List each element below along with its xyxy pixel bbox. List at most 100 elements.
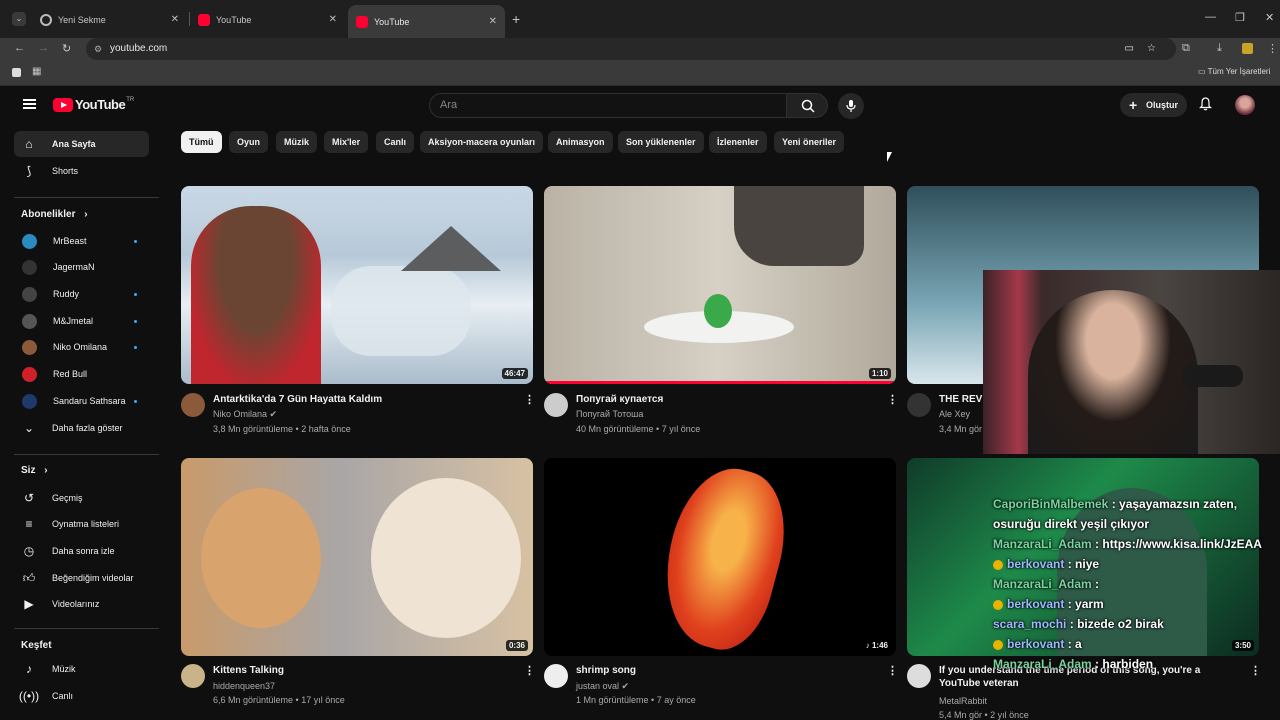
chat-message: scara_mochi : bizede o2 birak: [993, 614, 1273, 634]
filter-chip[interactable]: Mix'ler: [324, 131, 369, 153]
video-thumbnail[interactable]: 46:47: [181, 186, 533, 384]
filter-chip[interactable]: Animasyon: [548, 131, 613, 153]
channel-avatar[interactable]: [181, 393, 205, 417]
video-thumbnail[interactable]: 1:10: [544, 186, 896, 384]
extension-icon[interactable]: [1242, 43, 1253, 54]
filter-chip[interactable]: Tümü: [181, 131, 222, 153]
hamburger-menu-icon[interactable]: [23, 99, 36, 109]
site-info-icon[interactable]: ⚙: [94, 38, 102, 60]
forward-icon[interactable]: →: [38, 42, 49, 54]
sidebar-item-playlists[interactable]: ≡ Oynatma listeleri: [14, 511, 149, 537]
thumbnail-kitten-right-figure: [371, 478, 521, 638]
create-button[interactable]: + Oluştur: [1120, 93, 1187, 117]
video-thumbnail[interactable]: ♪ 1:46: [544, 458, 896, 656]
filter-chip[interactable]: Müzik: [276, 131, 318, 153]
sidebar-item-subscription[interactable]: M&Jmetal: [14, 308, 149, 334]
url-field[interactable]: ⚙ youtube.com ☆ ▭: [86, 38, 1176, 60]
bookmark-app-icon[interactable]: [12, 68, 21, 77]
sidebar-item-music[interactable]: ♪ Müzik: [14, 656, 149, 682]
video-meta: 3,8 Mn görüntüleme • 2 hafta önce: [213, 424, 351, 434]
channel-name[interactable]: justan oval ✔: [576, 681, 629, 692]
channel-name[interactable]: hiddenqueen37: [213, 681, 275, 691]
channel-avatar[interactable]: [181, 664, 205, 688]
close-icon[interactable]: ✕: [489, 16, 497, 27]
show-more-button[interactable]: ⌄ Daha fazla göster: [14, 415, 149, 441]
chat-username: ManzaraLi_Adam: [993, 537, 1092, 551]
new-tab-icon[interactable]: +: [512, 11, 520, 27]
minimize-icon[interactable]: —: [1205, 11, 1216, 23]
sidebar-item-watch-later[interactable]: ◷ Daha sonra izle: [14, 538, 149, 564]
extensions-icon[interactable]: ⧉: [1182, 42, 1190, 55]
filter-chip[interactable]: Canlı: [376, 131, 415, 153]
more-options-icon[interactable]: ⋮: [524, 664, 535, 677]
subscriptions-header[interactable]: Abonelikler ›: [21, 209, 88, 220]
sidebar-item-history[interactable]: ↺ Geçmiş: [14, 485, 149, 511]
thumbnail-kitten-left-figure: [201, 488, 321, 628]
video-title[interactable]: Antarktika'da 7 Gün Hayatta Kaldım: [213, 393, 513, 406]
duration-badge: 0:36: [505, 640, 528, 651]
channel-avatar[interactable]: [544, 664, 568, 688]
bookmark-star-icon[interactable]: ☆: [1147, 38, 1156, 60]
sidebar-item-subscription[interactable]: Red Bull: [14, 361, 149, 387]
video-title[interactable]: Попугай купается: [576, 393, 876, 406]
video-title[interactable]: Kittens Talking: [213, 664, 513, 677]
video-title[interactable]: shrimp song: [576, 664, 876, 677]
sidebar-item-subscription[interactable]: Ruddy: [14, 281, 149, 307]
sidebar-item-label: MrBeast: [53, 236, 87, 246]
notifications-bell-icon[interactable]: [1199, 97, 1212, 111]
browser-menu-icon[interactable]: ⋮: [1267, 42, 1278, 55]
channel-avatar[interactable]: [907, 393, 931, 417]
shorts-icon: ⟆: [26, 164, 32, 178]
all-bookmarks-folder[interactable]: ▭ Tüm Yer İşaretleri: [1198, 67, 1270, 76]
chat-separator: :: [1064, 637, 1076, 651]
restore-icon[interactable]: ❐: [1235, 11, 1245, 24]
close-icon[interactable]: ✕: [171, 14, 179, 25]
search-button[interactable]: [786, 93, 828, 118]
tab-new-tab[interactable]: Yeni Sekme ✕: [32, 7, 187, 32]
account-avatar[interactable]: [1235, 95, 1255, 115]
thumbnail-person-figure: [191, 206, 321, 384]
youtube-logo[interactable]: YouTube TR: [53, 97, 134, 112]
video-thumbnail[interactable]: 0:36: [181, 458, 533, 656]
sidebar-item-live[interactable]: ((•)) Canlı: [14, 683, 149, 709]
sidebar-item-label: Daha sonra izle: [52, 546, 115, 556]
sidebar-item-home[interactable]: ⌂ Ana Sayfa: [14, 131, 149, 157]
tab-youtube-1[interactable]: YouTube ✕: [190, 7, 345, 32]
voice-search-button[interactable]: [838, 93, 864, 119]
plus-icon: +: [1129, 97, 1138, 113]
more-options-icon[interactable]: ⋮: [887, 393, 898, 406]
channel-avatar[interactable]: [544, 393, 568, 417]
sidebar-item-subscription[interactable]: Niko Omilana: [14, 334, 149, 360]
more-options-icon[interactable]: ⋮: [887, 664, 898, 677]
chat-message: berkovant : yarm: [993, 594, 1273, 614]
filter-chip[interactable]: İzlenenler: [709, 131, 767, 153]
sidebar-item-liked-videos[interactable]: 👍︎ Beğendiğim videolar: [14, 565, 149, 591]
channel-avatar[interactable]: [907, 664, 931, 688]
channel-name[interactable]: Попугай Тотоша: [576, 409, 643, 419]
tab-youtube-2[interactable]: YouTube ✕: [348, 5, 505, 38]
close-icon[interactable]: ✕: [329, 14, 337, 25]
apps-grid-icon[interactable]: ▦: [32, 66, 41, 77]
sidebar-item-subscription[interactable]: Sandaru Sathsara: [14, 388, 149, 414]
you-header[interactable]: Siz ›: [21, 465, 48, 476]
cast-icon[interactable]: ▭: [1125, 38, 1134, 60]
filter-chip[interactable]: Aksiyon-macera oyunları: [420, 131, 544, 153]
window-close-icon[interactable]: ✕: [1265, 11, 1274, 24]
filter-chip[interactable]: Oyun: [229, 131, 269, 153]
back-icon[interactable]: ←: [14, 42, 25, 54]
search-input[interactable]: Ara: [429, 93, 787, 118]
download-icon[interactable]: ⤓: [1217, 42, 1222, 55]
filter-chip[interactable]: Son yüklenenler: [618, 131, 704, 153]
sidebar-item-shorts[interactable]: ⟆ Shorts: [14, 158, 149, 184]
channel-name[interactable]: Niko Omilana ✔: [213, 409, 277, 420]
chat-username: berkovant: [1007, 557, 1065, 571]
sidebar-item-subscription[interactable]: MrBeast: [14, 228, 149, 254]
sidebar-item-subscription[interactable]: JagermaN: [14, 254, 149, 280]
filter-chip[interactable]: Yeni öneriler: [774, 131, 845, 153]
channel-name[interactable]: MetalRabbit: [939, 696, 987, 706]
channel-name[interactable]: Ale Xey: [939, 409, 970, 419]
more-options-icon[interactable]: ⋮: [524, 393, 535, 406]
sidebar-item-your-videos[interactable]: ▶ Videolarınız: [14, 591, 149, 617]
tab-search-icon[interactable]: ⌄: [12, 12, 26, 26]
reload-icon[interactable]: ↻: [62, 42, 71, 55]
